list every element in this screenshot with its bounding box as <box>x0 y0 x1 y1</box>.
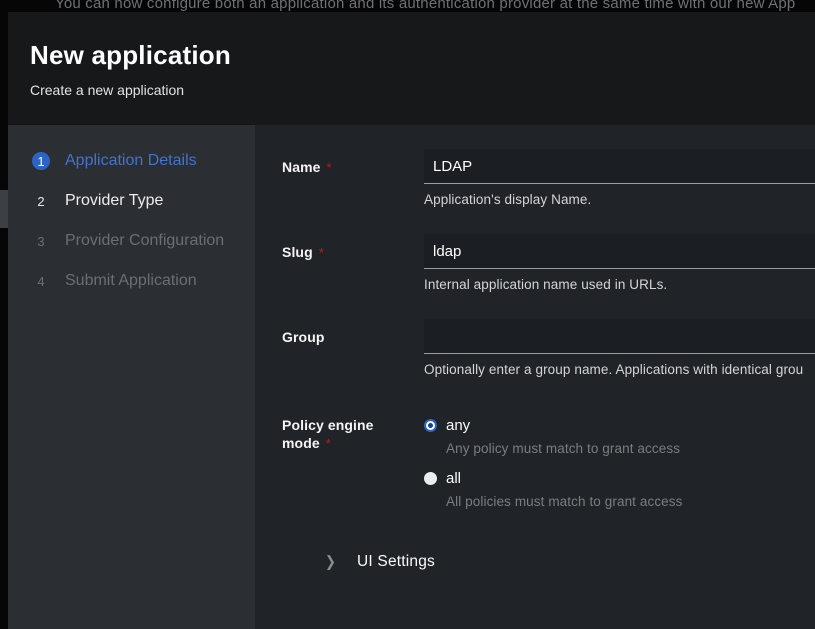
page-notice-text: You can now configure both an applicatio… <box>55 0 795 12</box>
step-1-label: Application Details <box>65 152 197 170</box>
chevron-right-icon: ❯ <box>325 553 335 571</box>
name-input[interactable] <box>424 149 815 184</box>
slug-input[interactable] <box>424 234 815 269</box>
page-notice-banner: You can now configure both an applicatio… <box>0 0 815 12</box>
step-3-number: 3 <box>32 232 50 250</box>
modal-header: New application Create a new application <box>8 12 815 125</box>
step-provider-type[interactable]: 2 Provider Type <box>8 181 255 221</box>
step-3-label: Provider Configuration <box>65 232 224 250</box>
policy-required-marker: * <box>326 436 331 451</box>
background-page-fragment <box>0 190 8 228</box>
radio-all-icon[interactable] <box>424 472 437 485</box>
wizard-steps-nav: 1 Application Details 2 Provider Type 3 … <box>8 125 255 629</box>
modal-title: New application <box>30 40 815 71</box>
policy-mode-all-option[interactable]: all <box>424 469 815 487</box>
radio-any-description: Any policy must match to grant access <box>446 441 815 456</box>
radio-any-icon[interactable] <box>424 419 437 432</box>
form-row-name: Name * Application's display Name. <box>282 149 815 207</box>
step-provider-configuration[interactable]: 3 Provider Configuration <box>8 221 255 261</box>
radio-all-label[interactable]: all <box>446 470 461 487</box>
modal-subtitle: Create a new application <box>30 82 815 98</box>
ui-settings-expander[interactable]: ❯ UI Settings <box>282 553 815 571</box>
name-help-text: Application's display Name. <box>424 192 815 207</box>
application-details-form: Name * Application's display Name. Slug * … <box>255 125 815 629</box>
form-row-slug: Slug * Internal application name used in … <box>282 234 815 292</box>
step-2-number: 2 <box>32 192 50 210</box>
form-row-policy-engine-mode: Policy engine mode* any Any policy must … <box>282 416 815 509</box>
name-label: Name <box>282 159 321 175</box>
slug-required-marker: * <box>319 245 324 260</box>
wizard-body: 1 Application Details 2 Provider Type 3 … <box>8 125 815 629</box>
step-1-number: 1 <box>32 152 50 170</box>
step-4-label: Submit Application <box>65 272 197 290</box>
radio-all-description: All policies must match to grant access <box>446 494 815 509</box>
policy-mode-any-option[interactable]: any <box>424 416 815 434</box>
group-help-text: Optionally enter a group name. Applicati… <box>424 362 815 377</box>
group-input[interactable] <box>424 319 815 354</box>
slug-label: Slug <box>282 244 313 260</box>
name-required-marker: * <box>327 160 332 175</box>
step-submit-application[interactable]: 4 Submit Application <box>8 261 255 301</box>
slug-help-text: Internal application name used in URLs. <box>424 277 815 292</box>
step-2-label: Provider Type <box>65 192 163 210</box>
form-row-group: Group Optionally enter a group name. App… <box>282 319 815 377</box>
group-label: Group <box>282 329 325 345</box>
step-4-number: 4 <box>32 272 50 290</box>
new-application-modal: New application Create a new application… <box>8 12 815 629</box>
step-application-details[interactable]: 1 Application Details <box>8 141 255 181</box>
radio-any-label[interactable]: any <box>446 417 470 434</box>
ui-settings-label: UI Settings <box>357 553 435 571</box>
